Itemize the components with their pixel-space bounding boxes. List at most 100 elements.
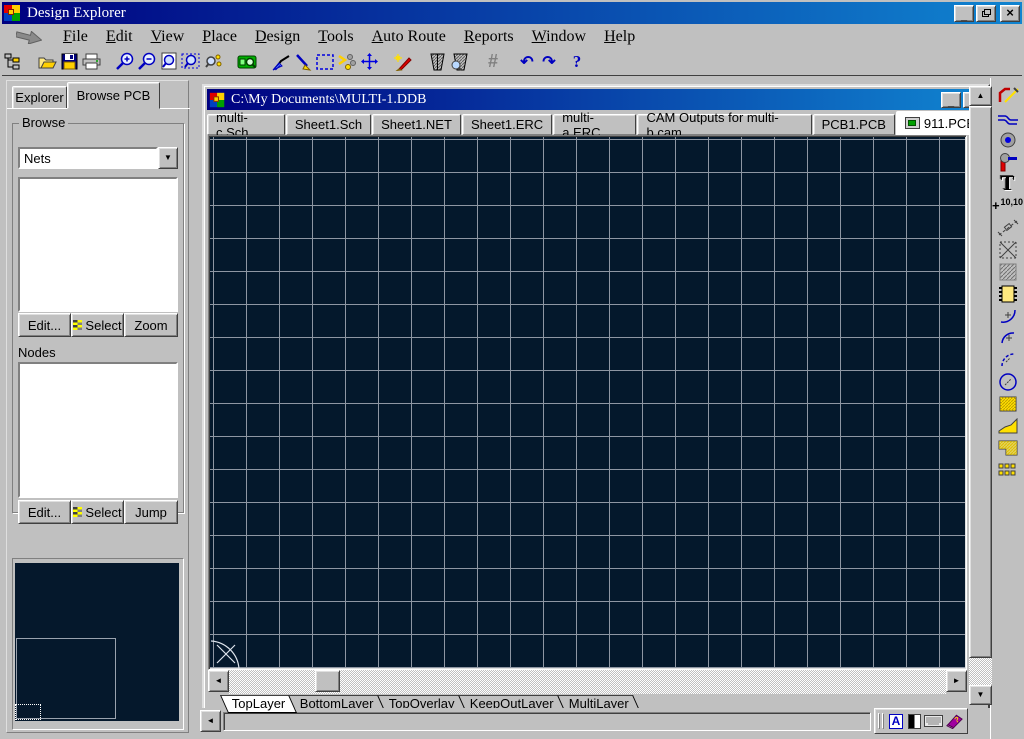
help-icon[interactable]: ?	[566, 51, 588, 73]
menu-auto-route[interactable]: Auto Route	[363, 27, 455, 47]
move-icon[interactable]	[358, 51, 380, 73]
tab-explorer[interactable]: Explorer	[12, 86, 67, 109]
browse-panel: Explorer Browse PCB Browse Nets ▼ Edit..…	[6, 80, 189, 733]
vertical-scrollbar[interactable]: ▲ ▼	[969, 86, 992, 707]
doc-tab-sheet1-net[interactable]: Sheet1.NET	[372, 114, 461, 135]
menu-design[interactable]: Design	[246, 27, 309, 47]
menu-window[interactable]: Window	[523, 27, 595, 47]
place-pad-array-icon[interactable]	[996, 459, 1020, 480]
nets-zoom-button[interactable]: Zoom	[124, 313, 178, 337]
place-pad-icon[interactable]	[996, 129, 1020, 150]
nets-edit-button[interactable]: Edit...	[18, 313, 71, 337]
save-icon[interactable]	[58, 51, 80, 73]
place-circle-icon[interactable]	[996, 371, 1020, 392]
menu-view[interactable]: View	[142, 27, 194, 47]
browse-mode-combobox[interactable]: Nets ▼	[18, 147, 178, 169]
zoom-out-icon[interactable]	[136, 51, 158, 73]
document-titlebar[interactable]: C:\My Documents\MULTI-1.DDB _	[207, 89, 985, 110]
place-dimension-icon[interactable]	[996, 217, 1020, 238]
zoom-point-icon[interactable]	[202, 51, 224, 73]
grid-toggle-icon[interactable]: #	[482, 51, 504, 73]
place-via-icon[interactable]	[996, 151, 1020, 172]
menu-place[interactable]: Place	[193, 27, 246, 47]
close-button[interactable]: ×	[1000, 5, 1020, 22]
hscroll-track[interactable]	[229, 670, 946, 694]
place-signal-route-icon[interactable]	[996, 107, 1020, 128]
menu-tools[interactable]: Tools	[309, 27, 362, 47]
menu-reports[interactable]: Reports	[455, 27, 523, 47]
combobox-dropdown-icon[interactable]: ▼	[158, 147, 178, 169]
place-polygon-plane-icon[interactable]	[996, 437, 1020, 458]
doc-minimize-button[interactable]: _	[941, 92, 961, 108]
ime-keyboard-icon[interactable]	[924, 712, 943, 730]
minimize-button[interactable]: _	[954, 5, 974, 22]
system-menu-arrow-icon[interactable]	[16, 31, 42, 44]
titlebar[interactable]: Design Explorer _ ×	[2, 2, 1022, 24]
doc-tab-sheet1-sch[interactable]: Sheet1.Sch	[286, 114, 371, 135]
zoom-document-icon[interactable]	[158, 51, 180, 73]
ime-halfwidth-icon[interactable]	[906, 712, 922, 730]
redo-icon[interactable]: ↷	[538, 51, 560, 73]
place-arc-center-icon[interactable]	[996, 327, 1020, 348]
nets-select-button[interactable]: Select	[71, 313, 124, 337]
menu-help[interactable]: Help	[595, 27, 644, 47]
ime-help-icon[interactable]: ?	[945, 712, 964, 730]
explorer-panel-icon[interactable]	[2, 51, 24, 73]
move-selection-icon[interactable]	[336, 51, 358, 73]
bottom-scroll-left-icon[interactable]: ◄	[200, 710, 221, 732]
wand-icon[interactable]	[392, 51, 414, 73]
place-track-icon[interactable]	[996, 85, 1020, 106]
place-arc-angle-icon[interactable]	[996, 349, 1020, 370]
layer-tab-toplayer[interactable]: TopLayer	[220, 695, 297, 713]
place-coordinate-icon[interactable]: +10,10	[996, 195, 1020, 216]
zoom-in-icon[interactable]	[114, 51, 136, 73]
select-area-icon[interactable]	[314, 51, 336, 73]
browse-board-icon[interactable]	[236, 51, 258, 73]
vscroll-track[interactable]	[969, 658, 992, 685]
place-component-icon[interactable]	[996, 283, 1020, 304]
restore-button[interactable]	[976, 5, 996, 22]
hscroll-thumb[interactable]	[315, 670, 340, 692]
board-minimap[interactable]	[12, 558, 184, 730]
scroll-left-icon[interactable]: ◄	[208, 670, 229, 692]
menu-file[interactable]: File	[54, 27, 97, 47]
open-icon[interactable]	[36, 51, 58, 73]
pcb-canvas[interactable]	[208, 135, 967, 670]
vscroll-thumb[interactable]	[969, 106, 992, 658]
place-polygon-cutout-icon[interactable]	[996, 415, 1020, 436]
placement-toolbar: T +10,10	[990, 78, 1024, 739]
place-arc-edge-icon[interactable]	[996, 305, 1020, 326]
undo-icon[interactable]: ↶	[516, 51, 538, 73]
nets-listbox[interactable]	[18, 177, 178, 312]
nodes-jump-button[interactable]: Jump	[124, 500, 178, 524]
nodes-select-button[interactable]: Select	[71, 500, 124, 524]
ime-grip-handle[interactable]	[882, 713, 884, 729]
minimap-viewport-rect[interactable]	[15, 704, 41, 720]
cutter-icon[interactable]	[270, 51, 292, 73]
scroll-up-icon[interactable]: ▲	[969, 86, 992, 106]
tab-browse-pcb[interactable]: Browse PCB	[67, 82, 160, 109]
place-fill-icon[interactable]	[996, 393, 1020, 414]
shield-b-icon[interactable]	[448, 51, 470, 73]
doc-tab-multi-a-erc[interactable]: multi-a.ERC	[553, 114, 636, 135]
doc-tab-pcb1-pcb[interactable]: PCB1.PCB	[813, 114, 895, 135]
doc-tab-multi-c-sch[interactable]: multi-c.Sch	[207, 114, 285, 135]
scroll-down-icon[interactable]: ▼	[969, 685, 992, 705]
scroll-right-icon[interactable]: ►	[946, 670, 967, 692]
bottom-scroll-track[interactable]	[223, 712, 871, 731]
ime-grip-handle[interactable]	[878, 713, 880, 729]
nodes-listbox[interactable]	[18, 362, 178, 498]
place-plane-icon[interactable]	[996, 261, 1020, 282]
menu-edit[interactable]: Edit	[97, 27, 142, 47]
zoom-area-icon[interactable]	[180, 51, 202, 73]
ime-mode-icon[interactable]: A	[888, 712, 904, 730]
horizontal-scrollbar[interactable]: ◄ ►	[208, 670, 967, 694]
wire-icon[interactable]	[292, 51, 314, 73]
nodes-edit-button[interactable]: Edit...	[18, 500, 71, 524]
print-icon[interactable]	[80, 51, 102, 73]
shield-a-icon[interactable]	[426, 51, 448, 73]
doc-tab-cam-outputs[interactable]: CAM Outputs for multi-b.cam	[637, 114, 811, 135]
place-string-icon[interactable]: T	[996, 173, 1020, 194]
place-room-icon[interactable]	[996, 239, 1020, 260]
doc-tab-sheet1-erc[interactable]: Sheet1.ERC	[462, 114, 552, 135]
